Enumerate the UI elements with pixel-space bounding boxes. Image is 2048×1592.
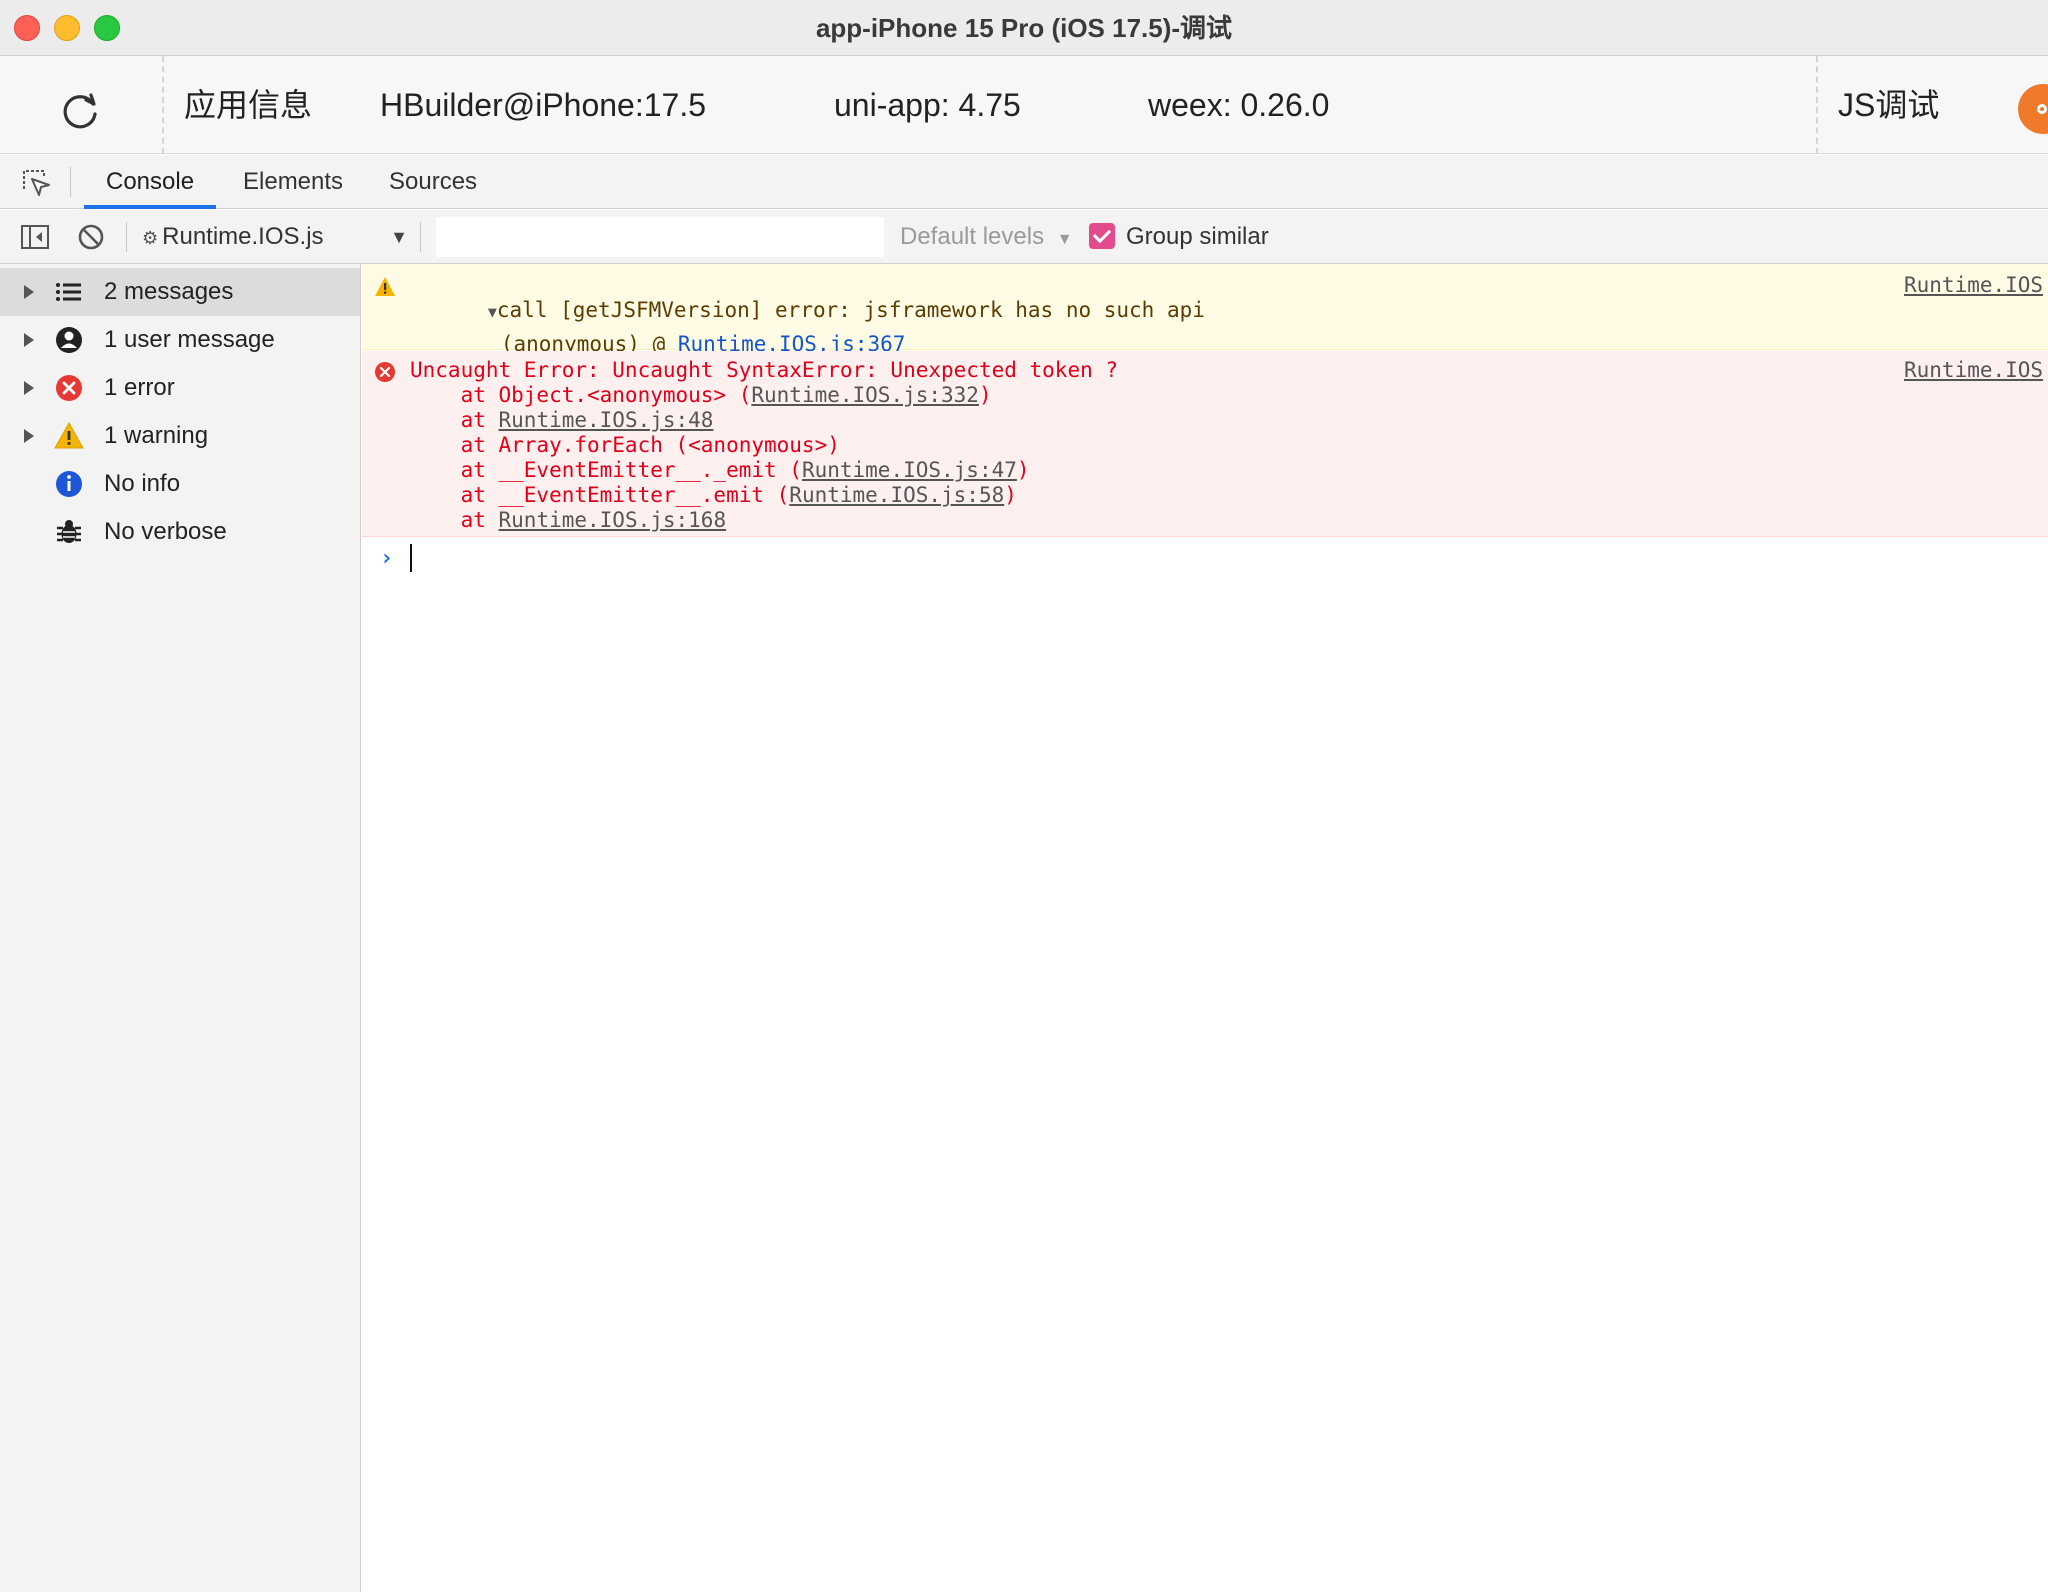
- sidebar-item-label: 1 user message: [104, 326, 275, 353]
- weex-version: weex: 0.26.0: [1148, 87, 1330, 123]
- js-debug-button[interactable]: JS调试: [1838, 56, 1939, 154]
- stack-frame: at __EventEmitter__.emit (Runtime.IOS.js…: [410, 483, 1017, 508]
- avatar-icon: [2037, 104, 2047, 114]
- warning-icon: [375, 277, 395, 296]
- sidebar-item-label: No info: [104, 470, 181, 497]
- group-similar-label: Group similar: [1126, 223, 1269, 250]
- stack-frame: at __EventEmitter__._emit (Runtime.IOS.j…: [410, 458, 1030, 483]
- levels-select[interactable]: Default levels ▼: [900, 218, 1073, 256]
- clear-icon: [78, 224, 104, 250]
- chevron-down-icon: ▼: [390, 227, 408, 247]
- stack-link[interactable]: Runtime.IOS.js:168: [499, 508, 727, 532]
- list-icon: [56, 283, 81, 301]
- avatar-button[interactable]: [2018, 84, 2048, 134]
- device-info: HBuilder@iPhone:17.5: [380, 87, 707, 123]
- tab-divider: [70, 167, 71, 197]
- info-icon: [56, 471, 82, 497]
- filter-input[interactable]: [436, 217, 884, 257]
- sidebar-item-verbose[interactable]: No verbose: [0, 508, 360, 556]
- expand-arrow-icon[interactable]: [24, 429, 34, 443]
- stack-frame-text: at: [410, 408, 499, 432]
- sidebar-toggle-icon: [21, 225, 49, 249]
- warning-icon: [54, 421, 84, 449]
- sidebar-item-label: 1 warning: [104, 422, 209, 449]
- error-icon: [56, 375, 82, 401]
- sidebar-item-label: 1 error: [104, 374, 175, 401]
- context-label: Runtime.IOS.js: [162, 223, 324, 250]
- stack-frame: at Array.forEach (<anonymous>): [410, 433, 840, 458]
- console-output: ▼call [getJSFMVersion] error: jsframewor…: [362, 264, 2048, 1592]
- stack-frame-text: at Object.<anonymous> (: [410, 383, 752, 407]
- console-sidebar: 2 messages 1 user message 1 error 1 warn…: [0, 264, 361, 1592]
- sidebar-item-label: No verbose: [104, 518, 227, 545]
- stack-frame-suffix: ): [1004, 483, 1017, 507]
- reload-button[interactable]: [55, 86, 105, 136]
- console-prompt-icon: ›: [380, 546, 394, 571]
- sidebar-item-messages[interactable]: 2 messages: [0, 268, 360, 316]
- user-icon: [56, 327, 82, 353]
- clear-console-button[interactable]: [76, 222, 106, 252]
- stack-frame-suffix: ): [1016, 458, 1030, 482]
- stack-frame-text: at __EventEmitter__.emit (: [410, 483, 790, 507]
- sidebar-item-label: 2 messages: [104, 278, 234, 305]
- gear-icon: ⚙: [142, 228, 159, 248]
- reload-icon: [63, 93, 97, 129]
- levels-label: Default levels: [900, 223, 1045, 250]
- console-toolbar: ⚙ Runtime.IOS.js ▼ Default levels ▼ Group…: [0, 210, 2048, 264]
- app-info-label: 应用信息: [184, 87, 313, 123]
- sidebar-item-warnings[interactable]: 1 warning: [0, 412, 360, 460]
- group-similar-checkbox[interactable]: [1089, 223, 1115, 249]
- tab-elements[interactable]: Elements: [221, 155, 365, 209]
- sidebar-item-info[interactable]: No info: [0, 460, 360, 508]
- info-separator: [1816, 56, 1818, 154]
- app-info-bar: 应用信息 HBuilder@iPhone:17.5 uni-app: 4.75 …: [0, 56, 2048, 154]
- devtools-tabs: Console Elements Sources: [0, 155, 2048, 209]
- toolbar-divider: [126, 222, 127, 252]
- tab-console[interactable]: Console: [84, 155, 217, 209]
- source-link[interactable]: Runtime.IOS: [1904, 358, 2043, 383]
- sidebar-item-user-messages[interactable]: 1 user message: [0, 316, 360, 364]
- chevron-down-icon: ▼: [1056, 231, 1073, 248]
- inspect-element-button[interactable]: [20, 167, 52, 199]
- source-link[interactable]: Runtime.IOS: [1904, 273, 2043, 298]
- toolbar-divider: [420, 222, 421, 252]
- stack-frame-text: at Array.forEach (<anonymous>): [410, 433, 840, 457]
- stack-link[interactable]: Runtime.IOS.js:332: [751, 383, 979, 407]
- console-input[interactable]: [402, 540, 2022, 576]
- tab-sources[interactable]: Sources: [367, 155, 499, 209]
- bug-icon: [57, 520, 81, 543]
- context-select[interactable]: ⚙ Runtime.IOS.js ▼: [142, 218, 408, 256]
- stack-frame-text: at: [410, 508, 499, 532]
- stack-link[interactable]: Runtime.IOS.js:48: [499, 408, 714, 432]
- expand-arrow-icon[interactable]: [24, 381, 34, 395]
- toggle-sidebar-button[interactable]: [20, 222, 50, 252]
- error-text: Uncaught Error: Uncaught SyntaxError: Un…: [410, 358, 1119, 382]
- expand-arrow-icon[interactable]: [24, 333, 34, 347]
- window-titlebar: app-iPhone 15 Pro (iOS 17.5)-调试: [0, 0, 2048, 56]
- stack-link[interactable]: Runtime.IOS.js:47: [802, 458, 1017, 482]
- stack-link[interactable]: Runtime.IOS.js:58: [789, 483, 1004, 507]
- console-warning-message: ▼call [getJSFMVersion] error: jsframewor…: [362, 264, 2048, 356]
- stack-frame: at Runtime.IOS.js:168: [410, 508, 727, 533]
- text-cursor: [410, 544, 412, 572]
- stack-frame-text: at __EventEmitter__._emit (: [410, 458, 802, 482]
- stack-frame-suffix: ): [978, 383, 992, 407]
- error-icon: [375, 362, 395, 382]
- expand-arrow-icon[interactable]: [24, 285, 34, 299]
- stack-frame: at Object.<anonymous> (Runtime.IOS.js:33…: [410, 383, 992, 408]
- sidebar-item-errors[interactable]: 1 error: [0, 364, 360, 412]
- stack-frame: at Runtime.IOS.js:48: [410, 408, 714, 433]
- info-separator: [162, 56, 164, 154]
- uniapp-version: uni-app: 4.75: [834, 87, 1021, 123]
- window-title: app-iPhone 15 Pro (iOS 17.5)-调试: [815, 13, 1233, 43]
- inspect-cursor-icon: [23, 170, 50, 196]
- console-error-message: Uncaught Error: Uncaught SyntaxError: Un…: [362, 351, 2048, 537]
